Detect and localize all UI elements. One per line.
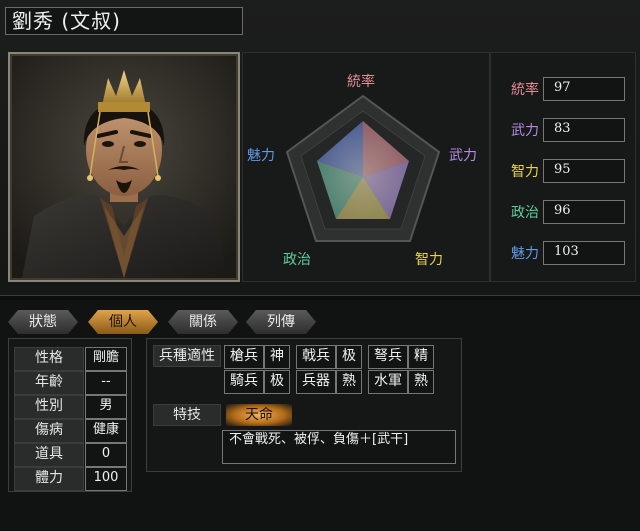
- radar-label-politics: 政治: [283, 252, 311, 268]
- stat-label-war: 武力: [511, 123, 539, 139]
- tab-biography[interactable]: 列傳: [246, 310, 316, 334]
- stat-value-politics: 96: [543, 200, 625, 224]
- info-label-personality: 性格: [14, 347, 84, 371]
- stat-value-war: 83: [543, 118, 625, 142]
- skill-name[interactable]: 天命: [226, 404, 292, 426]
- troop-type-siege: 兵器: [296, 370, 336, 394]
- info-value-gender: 男: [85, 395, 127, 419]
- troop-type-spear: 槍兵: [224, 345, 264, 369]
- info-label-gender: 性別: [14, 395, 84, 419]
- info-label-injury: 傷病: [14, 419, 84, 443]
- troop-type-crossbow: 弩兵: [368, 345, 408, 369]
- info-label-stamina: 體力: [14, 467, 84, 491]
- info-value-items: 0: [85, 443, 127, 467]
- troop-rank-spear: 神: [264, 345, 290, 369]
- radar-label-war: 武力: [449, 148, 477, 164]
- info-value-age: --: [85, 371, 127, 395]
- stat-label-intelligence: 智力: [511, 164, 539, 180]
- troop-type-halberd: 戟兵: [296, 345, 336, 369]
- tab-status[interactable]: 狀態: [8, 310, 78, 334]
- troop-rank-navy: 熟: [408, 370, 434, 394]
- portrait-image: [12, 56, 236, 278]
- troop-rank-halberd: 极: [336, 345, 362, 369]
- skill-description: 不會戰死、被俘、負傷＋[武干]: [222, 430, 456, 464]
- character-name: 劉秀 (文叔): [5, 7, 243, 35]
- info-label-age: 年齡: [14, 371, 84, 395]
- stat-value-charisma: 103: [543, 241, 625, 265]
- troop-rank-cavalry: 极: [264, 370, 290, 394]
- character-portrait: [8, 52, 240, 282]
- tab-relations[interactable]: 關係: [168, 310, 238, 334]
- info-value-personality: 剛膽: [85, 347, 127, 371]
- stat-label-politics: 政治: [511, 205, 539, 221]
- info-value-injury: 健康: [85, 419, 127, 443]
- troop-aptitude-title: 兵種適性: [153, 345, 221, 367]
- ability-radar-chart: 統率 武力 智力 政治 魅力: [242, 52, 490, 282]
- skill-title: 特技: [153, 404, 221, 426]
- ability-stats-list: 統率 97 武力 83 智力 95 政治 96 魅力 103: [490, 52, 636, 282]
- troop-type-navy: 水軍: [368, 370, 408, 394]
- info-label-items: 道具: [14, 443, 84, 467]
- info-value-stamina: 100: [85, 467, 127, 491]
- stat-label-charisma: 魅力: [511, 246, 539, 262]
- tab-personal[interactable]: 個人: [88, 310, 158, 334]
- radar-label-intelligence: 智力: [415, 252, 443, 268]
- radar-label-charisma: 魅力: [247, 148, 275, 164]
- stat-value-intelligence: 95: [543, 159, 625, 183]
- stat-label-leadership: 統率: [511, 82, 539, 98]
- personal-info-box: 性格 剛膽 年齡 -- 性別 男 傷病 健康 道具 0 體力 100: [8, 338, 132, 492]
- stat-value-leadership: 97: [543, 77, 625, 101]
- radar-label-leadership: 統率: [347, 74, 375, 90]
- troop-type-cavalry: 騎兵: [224, 370, 264, 394]
- troop-rank-siege: 熟: [336, 370, 362, 394]
- troop-rank-crossbow: 精: [408, 345, 434, 369]
